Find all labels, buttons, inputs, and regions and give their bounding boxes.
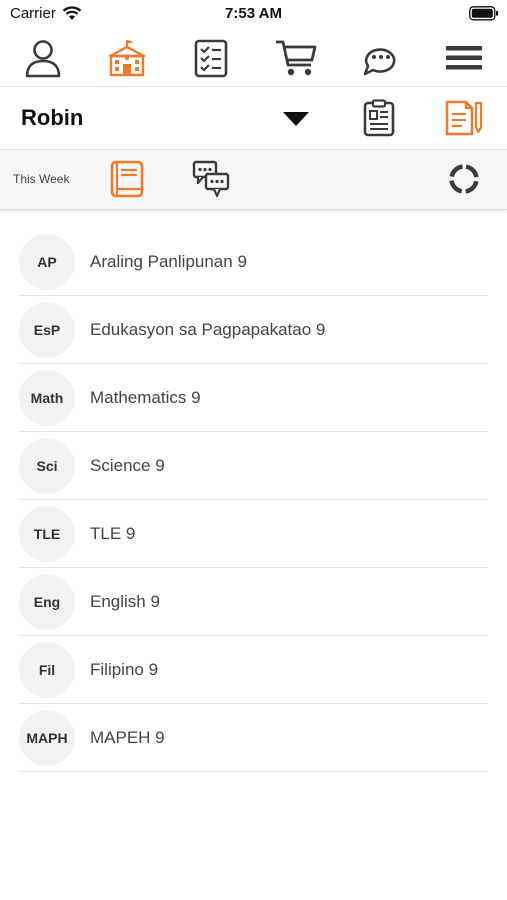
period-label[interactable]: This Week <box>13 172 69 186</box>
user-name[interactable]: Robin <box>21 105 83 131</box>
report-card-icon <box>363 99 395 137</box>
subject-name: Araling Panlipunan 9 <box>90 252 247 271</box>
top-nav <box>0 30 507 87</box>
discussions-tab-button[interactable] <box>190 158 232 200</box>
subject-row[interactable]: Math Mathematics 9 <box>19 365 488 432</box>
subject-row[interactable]: EsP Edukasyon sa Pagpapakatao 9 <box>19 297 488 364</box>
nav-profile-button[interactable] <box>18 34 68 82</box>
subject-abbr-badge: Sci <box>19 438 75 494</box>
subject-name: English 9 <box>90 592 160 611</box>
subject-row[interactable]: TLE TLE 9 <box>19 501 488 568</box>
subject-row[interactable]: Eng English 9 <box>19 569 488 636</box>
subject-name: MAPEH 9 <box>90 728 165 747</box>
menu-icon <box>446 46 482 70</box>
nav-menu-button[interactable] <box>439 34 489 82</box>
status-bar: Carrier 7:53 AM <box>0 0 507 28</box>
notes-button[interactable] <box>443 97 485 139</box>
filter-row: This Week <box>0 150 507 210</box>
chat-icon <box>363 48 396 76</box>
school-icon <box>108 40 146 77</box>
subject-abbr-badge: MAPH <box>19 710 75 766</box>
progress-button[interactable] <box>443 158 485 200</box>
progress-ring-icon <box>449 164 479 194</box>
checklist-icon <box>194 39 228 78</box>
subject-list: AP Araling Panlipunan 9 EsP Edukasyon sa… <box>19 229 488 773</box>
book-icon <box>110 160 144 198</box>
nav-tasks-button[interactable] <box>186 34 236 82</box>
nav-cart-button[interactable] <box>271 34 321 82</box>
subjects-tab-button[interactable] <box>106 158 148 200</box>
discussion-icon <box>192 160 230 198</box>
cart-icon <box>276 40 317 76</box>
dropdown-arrow-icon[interactable] <box>282 111 310 127</box>
battery-icon <box>469 6 498 21</box>
clock: 7:53 AM <box>225 5 282 22</box>
person-icon <box>25 40 61 78</box>
subject-name: Edukasyon sa Pagpapakatao 9 <box>90 320 326 339</box>
subject-row[interactable]: Fil Filipino 9 <box>19 637 488 704</box>
subject-row[interactable]: MAPH MAPEH 9 <box>19 705 488 772</box>
user-selector-row: Robin <box>0 87 507 150</box>
report-card-button[interactable] <box>358 97 400 139</box>
subject-name: TLE 9 <box>90 524 136 543</box>
subject-row[interactable]: AP Araling Panlipunan 9 <box>19 229 488 296</box>
subject-name: Mathematics 9 <box>90 388 201 407</box>
notes-icon <box>445 100 483 136</box>
nav-chat-button[interactable] <box>355 34 405 82</box>
subject-abbr-badge: Math <box>19 370 75 426</box>
subject-name: Filipino 9 <box>90 660 159 679</box>
nav-school-button[interactable] <box>102 34 152 82</box>
subject-row[interactable]: Sci Science 9 <box>19 433 488 500</box>
subject-abbr-badge: Eng <box>19 574 75 630</box>
subject-abbr-badge: AP <box>19 234 75 290</box>
subject-abbr-badge: TLE <box>19 506 75 562</box>
subject-name: Science 9 <box>90 456 165 475</box>
subject-abbr-badge: EsP <box>19 302 75 358</box>
subject-abbr-badge: Fil <box>19 642 75 698</box>
